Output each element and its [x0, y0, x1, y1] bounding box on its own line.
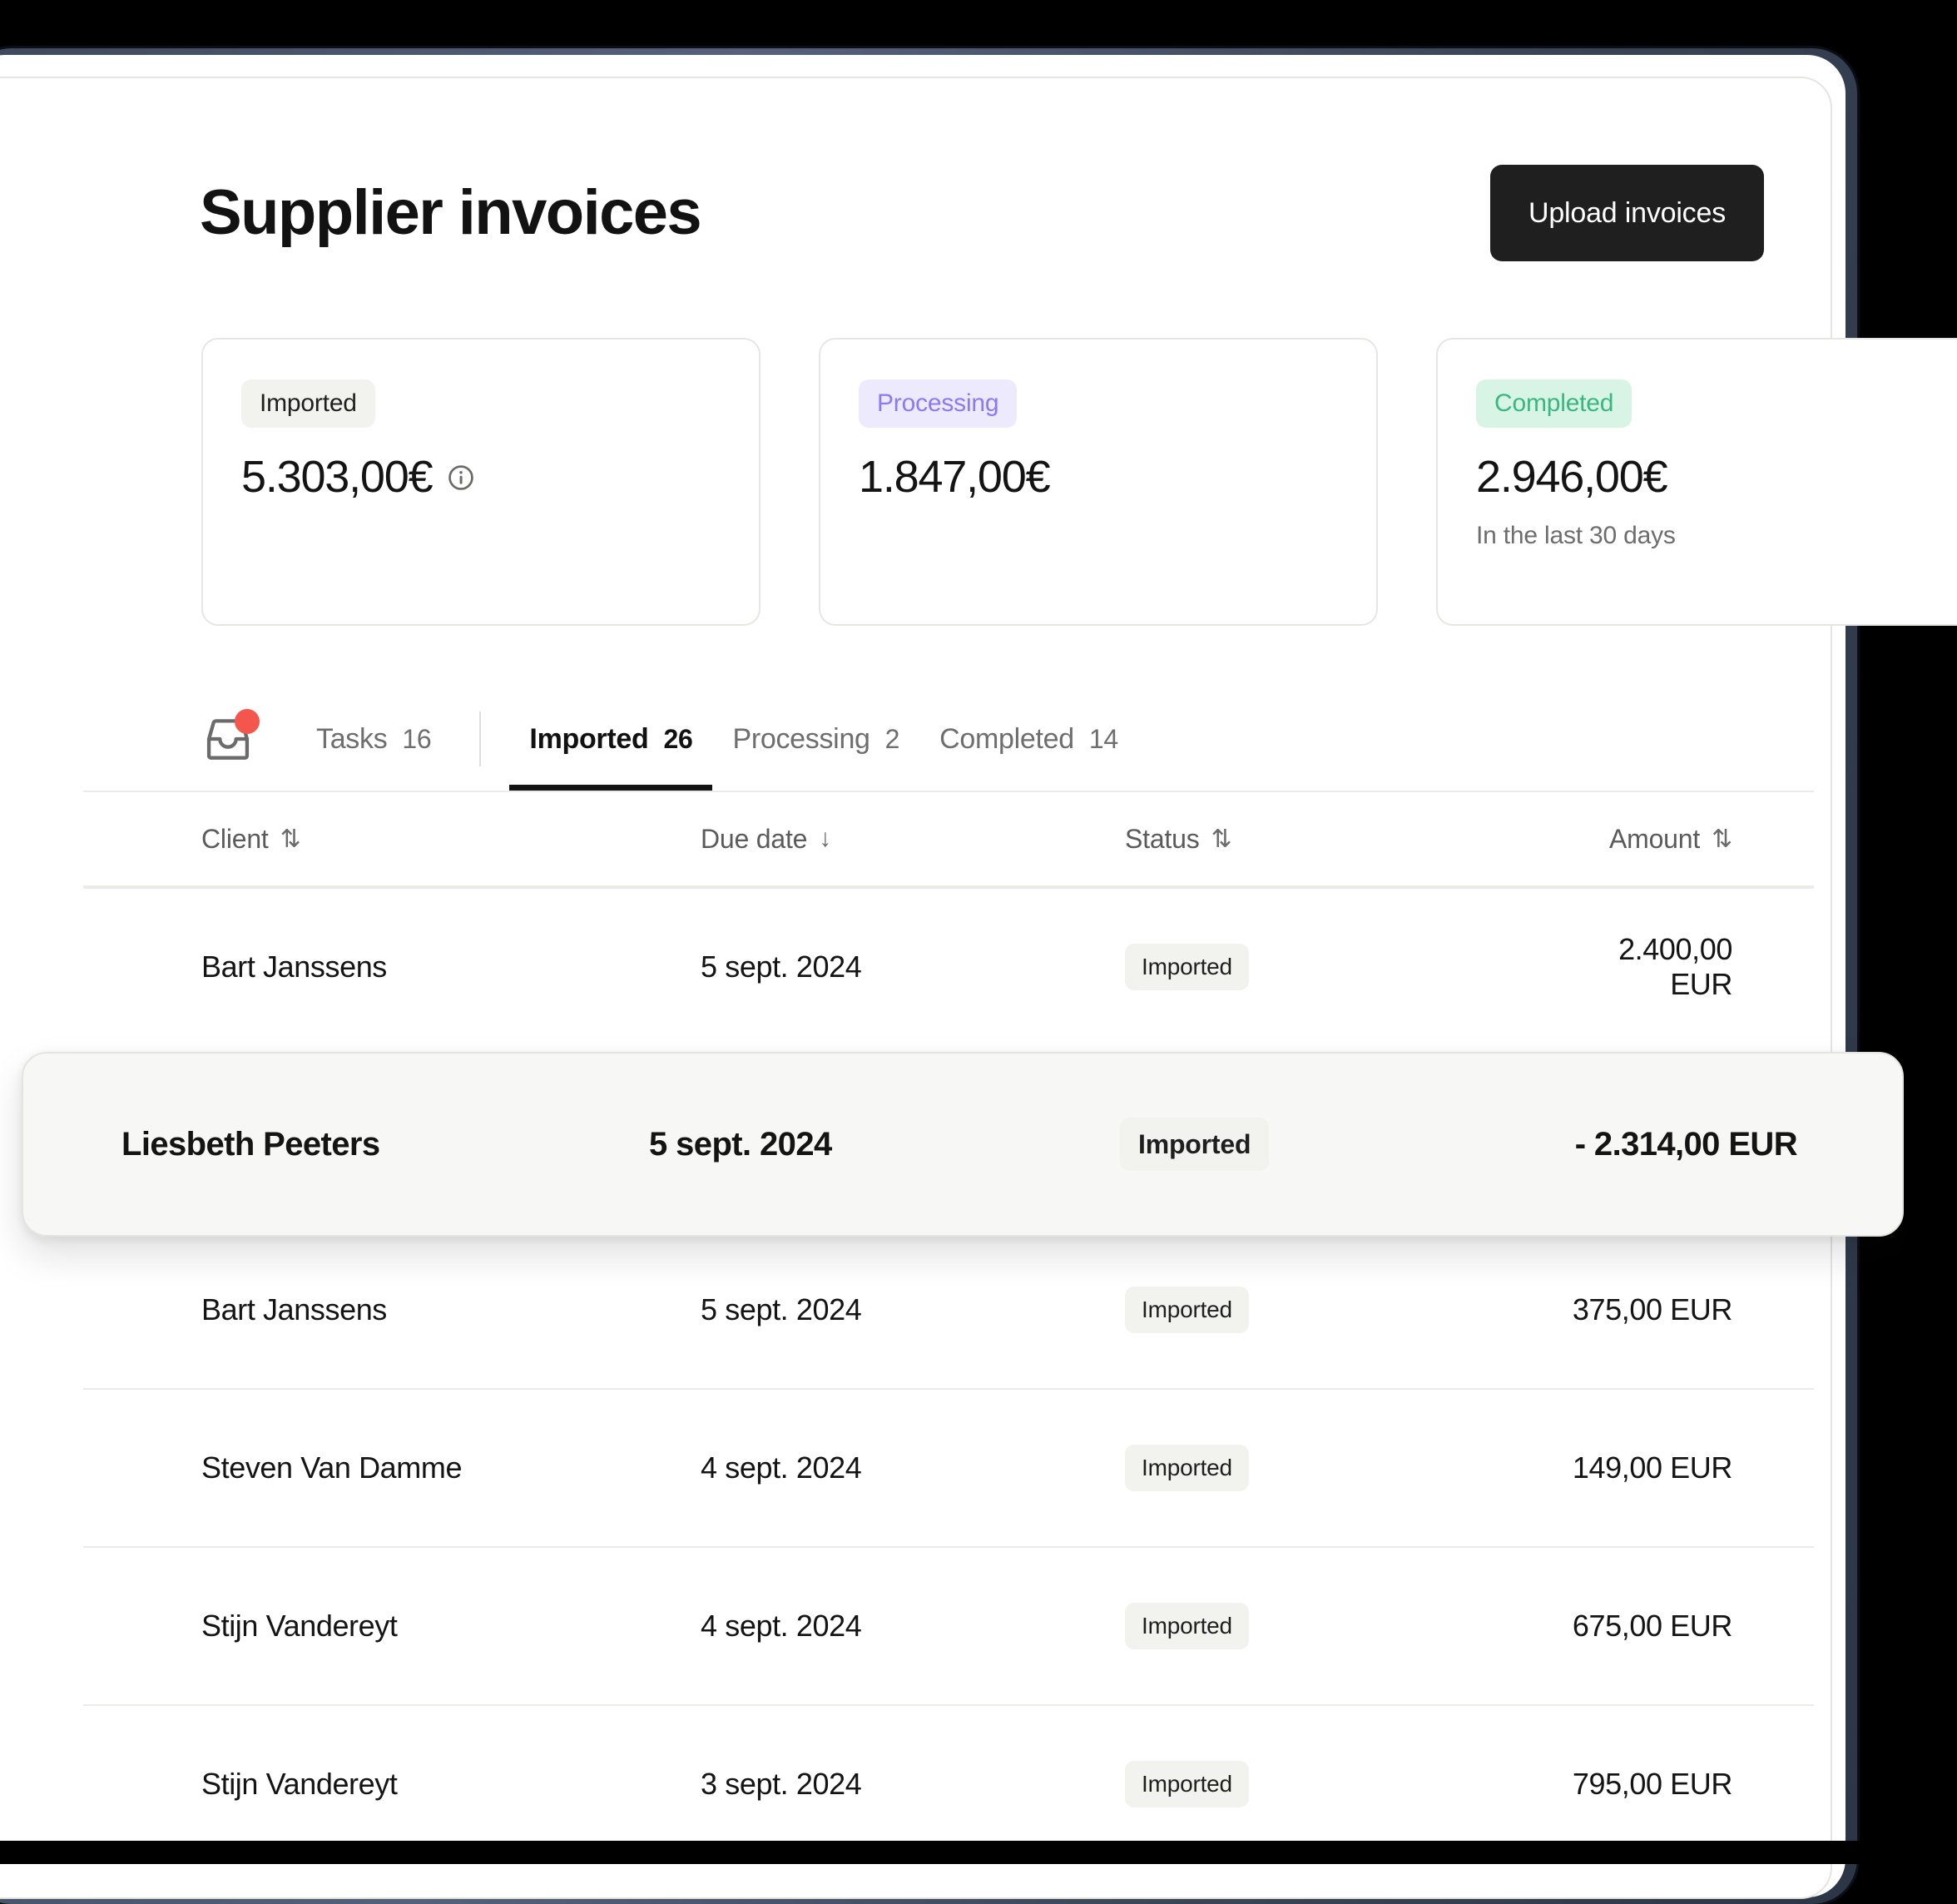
- cell-amount: - 2.314,00 EUR: [1574, 1125, 1798, 1163]
- page-header: Supplier invoices Upload invoices: [200, 155, 1764, 271]
- stat-value-imported-wrap: 5.303,00€: [241, 452, 721, 502]
- column-header-due-date[interactable]: Due date ↓: [701, 824, 1125, 855]
- tab-processing-count: 2: [884, 724, 900, 754]
- sort-icon-amount: ⇅: [1712, 825, 1732, 853]
- cell-amount: 795,00 EUR: [1572, 1767, 1733, 1801]
- status-badge: Imported: [1120, 1118, 1270, 1171]
- tabs-bar: Tasks 16 Imported 26 Processing 2 Comple…: [201, 687, 1782, 791]
- tab-completed[interactable]: Completed 14: [919, 687, 1138, 791]
- column-header-amount-label: Amount: [1608, 823, 1701, 854]
- status-badge: Imported: [1125, 1445, 1249, 1491]
- stat-card-completed[interactable]: Completed 2.946,00€ In the last 30 days: [1436, 338, 1957, 626]
- status-badge: Imported: [1125, 944, 1249, 990]
- sort-icon-due-date: ↓: [819, 825, 832, 852]
- tab-imported-label: Imported: [529, 723, 649, 755]
- table-row[interactable]: Stijn Vandereyt 4 sept. 2024 Imported 67…: [83, 1546, 1814, 1704]
- cell-amount: 375,00 EUR: [1572, 1292, 1733, 1326]
- sort-icon-status: ⇅: [1211, 825, 1232, 853]
- cell-due-date: 5 sept. 2024: [701, 1292, 862, 1326]
- column-header-client-label: Client: [201, 823, 269, 854]
- stat-value-completed-wrap: 2.946,00€: [1476, 452, 1955, 502]
- inbox-icon[interactable]: [201, 709, 260, 762]
- tab-imported[interactable]: Imported 26: [509, 687, 713, 791]
- cell-client: Bart Janssens: [201, 950, 387, 984]
- tab-imported-count: 26: [663, 724, 693, 754]
- column-header-status[interactable]: Status ⇅: [1125, 824, 1558, 855]
- screen-bottom-edge: [0, 1841, 1957, 1864]
- cell-client: Bart Janssens: [201, 1292, 387, 1326]
- tab-completed-count: 14: [1088, 724, 1118, 754]
- status-badge: Imported: [1125, 1761, 1249, 1807]
- sort-icon-client: ⇅: [280, 825, 301, 853]
- tab-tasks-label: Tasks: [316, 723, 388, 755]
- cell-due-date: 5 sept. 2024: [701, 950, 862, 984]
- invoices-table: Client ⇅ Due date ↓ Status ⇅ Amount ⇅ Ba…: [83, 791, 1814, 1862]
- status-badge: Imported: [1125, 1287, 1249, 1333]
- status-badge: Imported: [1125, 1603, 1249, 1649]
- notification-dot-icon: [235, 709, 260, 734]
- page-title: Supplier invoices: [200, 177, 702, 248]
- table-row[interactable]: Bart Janssens 5 sept. 2024 Imported 375,…: [83, 1230, 1814, 1388]
- cell-client: Stijn Vandereyt: [201, 1767, 398, 1801]
- status-badge-imported: Imported: [241, 379, 375, 428]
- info-circle-icon[interactable]: [447, 464, 475, 492]
- column-header-amount[interactable]: Amount ⇅: [1558, 824, 1732, 855]
- tab-tasks-count: 16: [402, 724, 432, 754]
- table-row[interactable]: Steven Van Damme 4 sept. 2024 Imported 1…: [83, 1388, 1814, 1546]
- column-header-due-date-label: Due date: [701, 823, 808, 854]
- cell-client: Stijn Vandereyt: [201, 1609, 398, 1643]
- status-badge-processing: Processing: [859, 379, 1018, 428]
- stat-value-processing-wrap: 1.847,00€: [859, 452, 1338, 502]
- cell-amount: 149,00 EUR: [1572, 1450, 1733, 1485]
- stat-value-imported: 5.303,00€: [241, 452, 434, 502]
- tabs-divider: [479, 712, 482, 766]
- cell-due-date: 4 sept. 2024: [701, 1609, 862, 1643]
- cell-client: Steven Van Damme: [201, 1450, 463, 1485]
- cell-amount: 675,00 EUR: [1572, 1609, 1733, 1643]
- column-header-client[interactable]: Client ⇅: [201, 824, 701, 855]
- stat-subtitle-completed: In the last 30 days: [1476, 522, 1676, 550]
- stat-value-completed: 2.946,00€: [1476, 452, 1668, 502]
- column-header-status-label: Status: [1125, 823, 1200, 854]
- table-row[interactable]: Stijn Vandereyt 3 sept. 2024 Imported 79…: [83, 1704, 1814, 1862]
- tab-completed-label: Completed: [939, 723, 1074, 755]
- tab-tasks[interactable]: Tasks 16: [296, 687, 451, 791]
- stat-value-processing: 1.847,00€: [859, 452, 1051, 502]
- cell-amount: 2.400,00 EUR: [1618, 932, 1732, 1001]
- table-header-row: Client ⇅ Due date ↓ Status ⇅ Amount ⇅: [83, 791, 1814, 887]
- stats-row: Imported 5.303,00€ Processing 1.847,00€ …: [201, 338, 1957, 626]
- stat-card-imported[interactable]: Imported 5.303,00€: [201, 338, 761, 626]
- status-badge-completed: Completed: [1476, 379, 1632, 428]
- cell-client: Liesbeth Peeters: [121, 1125, 380, 1163]
- highlighted-table-row[interactable]: Liesbeth Peeters 5 sept. 2024 Imported -…: [22, 1052, 1904, 1237]
- upload-invoices-button[interactable]: Upload invoices: [1489, 165, 1764, 261]
- cell-due-date: 5 sept. 2024: [649, 1125, 832, 1163]
- table-row[interactable]: Bart Janssens 5 sept. 2024 Imported 2.40…: [83, 887, 1814, 1045]
- cell-due-date: 3 sept. 2024: [701, 1767, 862, 1801]
- stat-card-processing[interactable]: Processing 1.847,00€: [819, 338, 1378, 626]
- tab-processing-label: Processing: [732, 723, 870, 755]
- tab-processing[interactable]: Processing 2: [712, 687, 919, 791]
- cell-due-date: 4 sept. 2024: [701, 1450, 862, 1485]
